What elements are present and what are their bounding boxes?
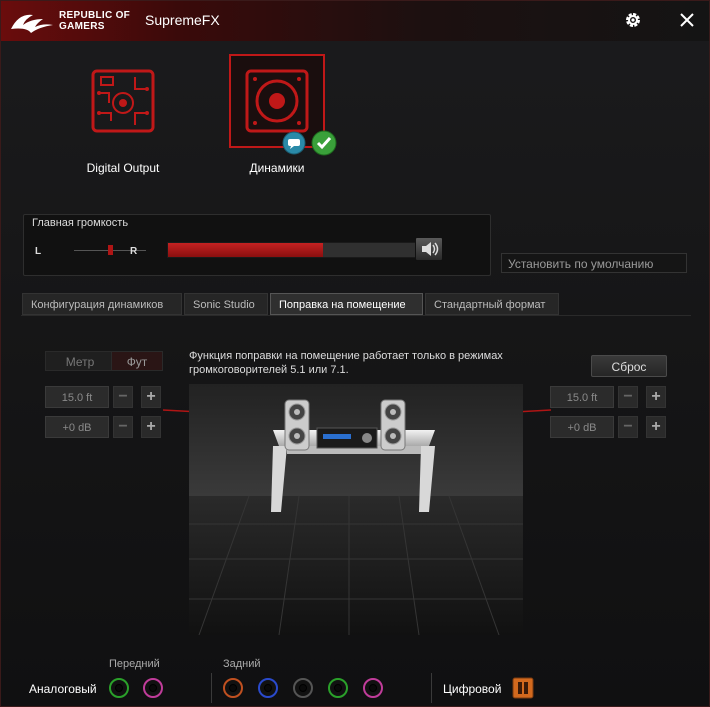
right-distance-field[interactable]: 15.0 ft xyxy=(550,386,614,408)
volume-slider[interactable] xyxy=(167,242,428,258)
right-distance-minus-button[interactable]: − xyxy=(618,386,638,408)
rear-jack-blue[interactable] xyxy=(258,678,278,698)
speaker-device-icon xyxy=(245,69,309,133)
left-gain-plus-button[interactable]: + xyxy=(141,416,161,438)
mute-button[interactable] xyxy=(415,237,443,261)
balance-left-label: L xyxy=(35,246,42,257)
volume-slider-fill xyxy=(168,243,324,257)
chat-icon xyxy=(282,131,306,155)
device-label-speakers: Динамики xyxy=(249,161,305,175)
left-gain-field[interactable]: +0 dB xyxy=(45,416,109,438)
rear-jack-black[interactable] xyxy=(293,678,313,698)
title-bar: REPUBLIC OF GAMERS SupremeFX xyxy=(1,1,709,41)
app-title: SupremeFX xyxy=(145,12,220,28)
rear-jack-green[interactable] xyxy=(328,678,348,698)
speaker-volume-icon xyxy=(422,242,439,256)
main-volume-title: Главная громкость xyxy=(32,217,129,229)
right-gain-plus-button[interactable]: + xyxy=(646,416,666,438)
jack-separator xyxy=(211,673,212,703)
tab-default-format[interactable]: Стандартный формат xyxy=(425,293,559,315)
analog-label: Аналоговый xyxy=(29,682,97,696)
unit-foot-button[interactable]: Фут xyxy=(111,351,163,371)
device-label-digital-output: Digital Output xyxy=(86,161,160,175)
close-icon[interactable] xyxy=(678,11,696,29)
room-correction-info-text: Функция поправки на помещение работает т… xyxy=(189,350,503,376)
reset-button[interactable]: Сброс xyxy=(591,355,667,377)
balance-right-label: R xyxy=(130,246,138,257)
tab-room-correction[interactable]: Поправка на помещение xyxy=(270,293,423,315)
tab-speaker-config[interactable]: Конфигурация динамиков xyxy=(22,293,182,315)
digital-output-device-icon xyxy=(91,69,155,133)
tab-divider xyxy=(21,315,691,316)
front-jack-pink[interactable] xyxy=(143,678,163,698)
rear-label: Задний xyxy=(223,658,261,670)
front-label: Передний xyxy=(109,658,160,670)
set-default-button[interactable]: Установить по умолчанию xyxy=(501,253,687,273)
rog-brand-text: REPUBLIC OF GAMERS xyxy=(59,10,131,32)
balance-slider-handle[interactable] xyxy=(108,245,113,255)
left-gain-minus-button[interactable]: − xyxy=(113,416,133,438)
right-distance-plus-button[interactable]: + xyxy=(646,386,666,408)
rear-jack-orange[interactable] xyxy=(223,678,243,698)
rear-jack-pink[interactable] xyxy=(363,678,383,698)
left-distance-field[interactable]: 15.0 ft xyxy=(45,386,109,408)
digital-label: Цифровой xyxy=(443,682,502,696)
room-preview-image xyxy=(189,384,523,635)
left-distance-minus-button[interactable]: − xyxy=(113,386,133,408)
right-gain-field[interactable]: +0 dB xyxy=(550,416,614,438)
left-distance-plus-button[interactable]: + xyxy=(141,386,161,408)
jack-separator-digital xyxy=(431,673,432,703)
rog-logo-icon xyxy=(11,14,53,33)
tab-sonic-studio[interactable]: Sonic Studio xyxy=(184,293,268,315)
right-gain-minus-button[interactable]: − xyxy=(618,416,638,438)
front-jack-green[interactable] xyxy=(109,678,129,698)
unit-meter-button[interactable]: Метр xyxy=(45,351,115,371)
checkmark-icon xyxy=(311,130,337,156)
main-volume-panel: Главная громкость L R xyxy=(23,214,491,276)
supremefx-window: REPUBLIC OF GAMERS SupremeFX Digital Out… xyxy=(0,0,710,707)
gear-icon[interactable] xyxy=(624,11,642,29)
digital-port-icon[interactable] xyxy=(512,677,534,699)
